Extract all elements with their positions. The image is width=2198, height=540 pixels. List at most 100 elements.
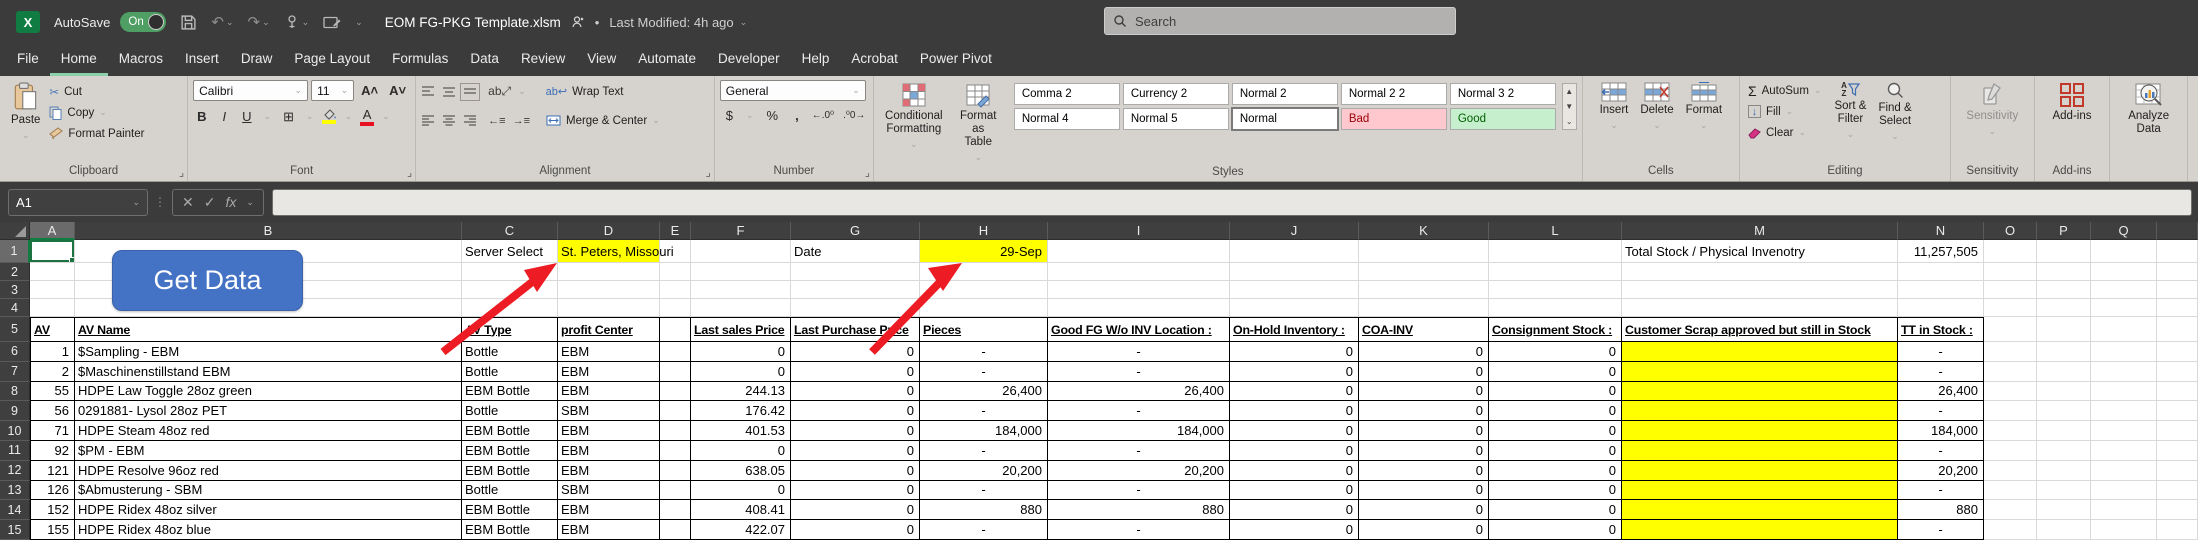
analyze-data-button[interactable]: Analyze Data [2122, 79, 2175, 136]
cell-F8[interactable]: 244.13 [691, 382, 791, 402]
touch-mode-button[interactable]: ⌄ [284, 14, 310, 30]
cell-X15[interactable] [2157, 520, 2198, 540]
style-bad[interactable]: Bad [1341, 108, 1447, 130]
cell-P4[interactable] [2037, 299, 2091, 317]
borders-button[interactable]: ⊞ [279, 109, 298, 125]
cell-P1[interactable] [2037, 240, 2091, 263]
cell-J4[interactable] [1230, 299, 1359, 317]
cell-J13[interactable]: 0 [1230, 481, 1359, 501]
cell-F5[interactable]: Last sales Price [691, 317, 791, 342]
cell-I8[interactable]: 26,400 [1048, 382, 1230, 402]
cell-B10[interactable]: HDPE Steam 48oz red [75, 421, 462, 441]
redo-button[interactable]: ↷⌄ [248, 13, 270, 31]
cell-K5[interactable]: COA-INV [1359, 317, 1489, 342]
search-input[interactable] [1135, 14, 1415, 29]
tab-draw[interactable]: Draw [230, 44, 284, 76]
cell-I2[interactable] [1048, 263, 1230, 281]
orientation-button[interactable]: ab⤢ [488, 84, 511, 99]
cell-G11[interactable]: 0 [791, 441, 920, 461]
tab-page-layout[interactable]: Page Layout [283, 44, 381, 76]
cell-B13[interactable]: $Abmusterung - SBM [75, 481, 462, 501]
cell-A14[interactable]: 152 [30, 500, 75, 520]
cell-C6[interactable]: Bottle [462, 342, 558, 362]
italic-button[interactable]: I [219, 109, 231, 124]
cell-A4[interactable] [30, 299, 75, 317]
cell-L1[interactable] [1489, 240, 1622, 263]
insert-cells-button[interactable]: Insert⌄ [1594, 79, 1635, 132]
toolbar-overflow-button[interactable]: ⌄ [355, 17, 363, 28]
cell-G14[interactable]: 0 [791, 500, 920, 520]
cell-I7[interactable]: - [1048, 362, 1230, 382]
cell-O6[interactable] [1984, 342, 2037, 362]
cell-G2[interactable] [791, 263, 920, 281]
cell-N5[interactable]: TT in Stock : [1898, 317, 1984, 342]
tab-review[interactable]: Review [510, 44, 576, 76]
cell-L9[interactable]: 0 [1489, 401, 1622, 421]
cell-J2[interactable] [1230, 263, 1359, 281]
cell-L5[interactable]: Consignment Stock : [1489, 317, 1622, 342]
cell-A10[interactable]: 71 [30, 421, 75, 441]
cell-D11[interactable]: EBM [558, 441, 660, 461]
row-header-7[interactable]: 7 [0, 362, 30, 382]
cell-Q7[interactable] [2091, 362, 2157, 382]
cell-E9[interactable] [660, 401, 691, 421]
cell-L15[interactable]: 0 [1489, 520, 1622, 540]
cell-E11[interactable] [660, 441, 691, 461]
cell-P6[interactable] [2037, 342, 2091, 362]
cell-E13[interactable] [660, 481, 691, 501]
cell-N6[interactable]: - [1898, 342, 1984, 362]
style-normal-5[interactable]: Normal 5 [1123, 108, 1229, 130]
row-header-3[interactable]: 3 [0, 281, 30, 299]
align-center-icon[interactable] [442, 115, 456, 127]
cell-O15[interactable] [1984, 520, 2037, 540]
cell-D1[interactable]: St. Peters, Missouri [558, 240, 660, 263]
cell-F14[interactable]: 408.41 [691, 500, 791, 520]
cell-H7[interactable]: - [920, 362, 1048, 382]
cell-N12[interactable]: 20,200 [1898, 461, 1984, 481]
cell-M4[interactable] [1622, 299, 1898, 317]
cell-Q5[interactable] [2091, 317, 2157, 342]
cell-C7[interactable]: Bottle [462, 362, 558, 382]
cell-N1[interactable]: 11,257,505 [1898, 240, 1984, 263]
cell-M10[interactable] [1622, 421, 1898, 441]
cell-P14[interactable] [2037, 500, 2091, 520]
cell-C2[interactable] [462, 263, 558, 281]
cell-D4[interactable] [558, 299, 660, 317]
column-header-E[interactable]: E [660, 222, 691, 240]
increase-font-size-button[interactable]: A˄ [357, 83, 382, 98]
cell-O12[interactable] [1984, 461, 2037, 481]
cell-M1[interactable]: Total Stock / Physical Invenotry [1622, 240, 1898, 263]
cell-K4[interactable] [1359, 299, 1489, 317]
cell-F13[interactable]: 0 [691, 481, 791, 501]
cell-M3[interactable] [1622, 281, 1898, 299]
cell-D5[interactable]: profit Center [558, 317, 660, 342]
tab-view[interactable]: View [576, 44, 627, 76]
cell-A11[interactable]: 92 [30, 441, 75, 461]
cell-J10[interactable]: 0 [1230, 421, 1359, 441]
cell-Q13[interactable] [2091, 481, 2157, 501]
format-as-table-button[interactable]: Format as Table⌄ [949, 79, 1008, 164]
fill-color-button[interactable] [322, 109, 337, 124]
get-data-button[interactable]: Get Data [112, 250, 303, 311]
tab-macros[interactable]: Macros [108, 44, 174, 76]
format-painter-button[interactable]: Format Painter [46, 123, 147, 144]
row-header-9[interactable]: 9 [0, 401, 30, 421]
cell-H4[interactable] [920, 299, 1048, 317]
enter-button[interactable]: ✓ [204, 194, 216, 211]
style-normal[interactable]: Normal [1232, 108, 1338, 130]
align-middle-icon[interactable] [442, 86, 456, 98]
cell-I12[interactable]: 20,200 [1048, 461, 1230, 481]
cell-A7[interactable]: 2 [30, 362, 75, 382]
tab-insert[interactable]: Insert [174, 44, 230, 76]
column-header-C[interactable]: C [462, 222, 558, 240]
document-title[interactable]: EOM FG-PKG Template.xlsm [385, 15, 561, 30]
cell-G15[interactable]: 0 [791, 520, 920, 540]
cell-X11[interactable] [2157, 441, 2198, 461]
cell-G1[interactable]: Date [791, 240, 920, 263]
cell-B14[interactable]: HDPE Ridex 48oz silver [75, 500, 462, 520]
cell-H15[interactable]: - [920, 520, 1048, 540]
cell-A5[interactable]: AV [30, 317, 75, 342]
cell-C11[interactable]: EBM Bottle [462, 441, 558, 461]
cell-D10[interactable]: EBM [558, 421, 660, 441]
save-button[interactable] [180, 14, 197, 31]
